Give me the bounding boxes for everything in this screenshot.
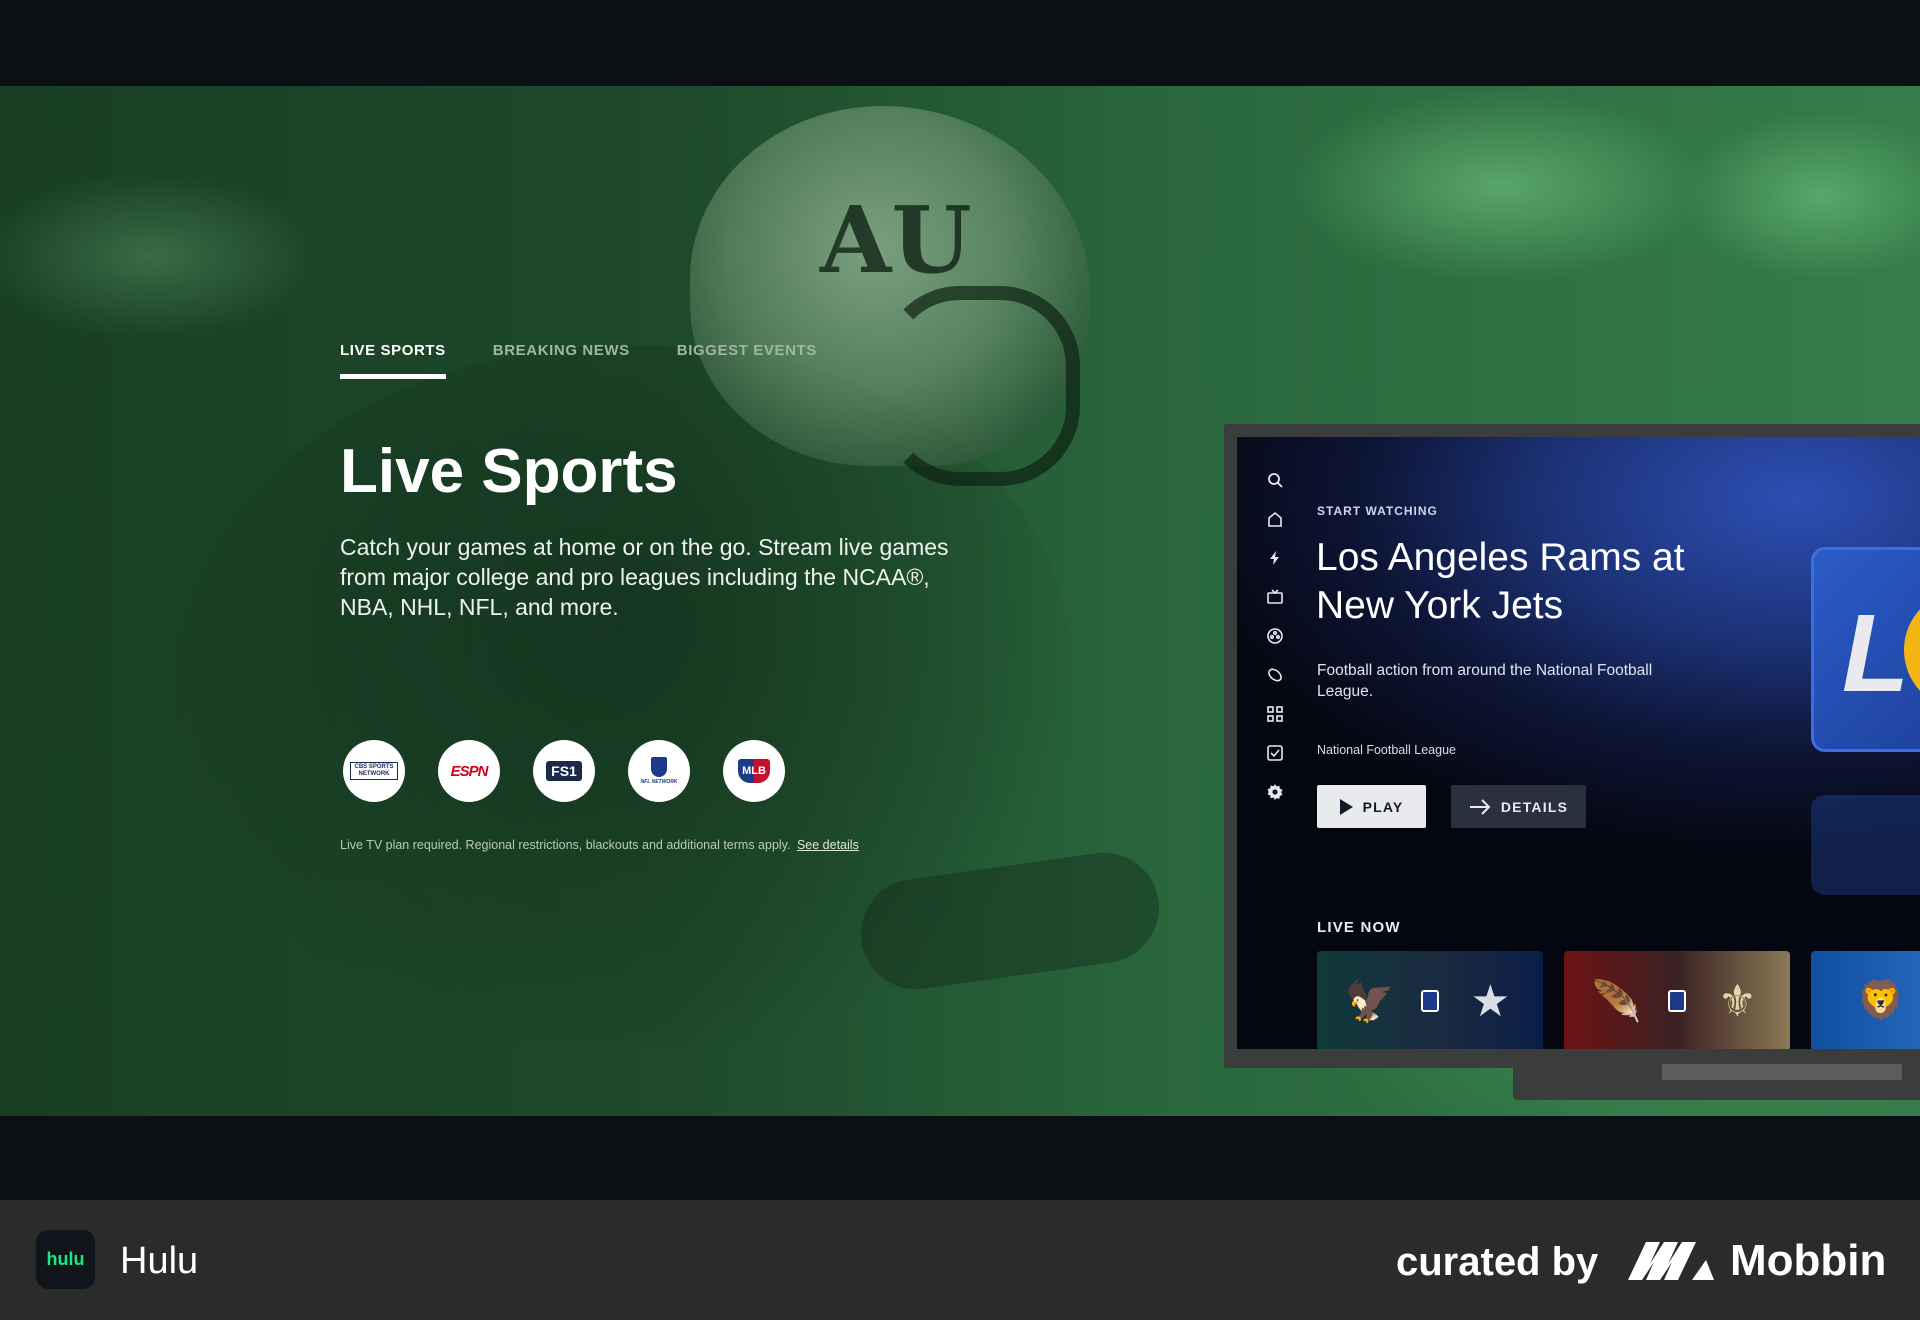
live-game-card[interactable]: 🦁 [1811, 951, 1920, 1049]
hulu-app-icon: hulu [36, 1230, 95, 1289]
nfl-shield-icon [651, 757, 667, 777]
nfl-shield-icon [1420, 990, 1439, 1012]
disclaimer-text: Live TV plan required. Regional restrict… [340, 838, 859, 852]
saints-fleur-icon: ⚜ [1717, 976, 1758, 1026]
mlb-network-logo: MLB [723, 740, 785, 802]
bottom-letterbox [0, 1116, 1920, 1200]
live-now-label: LIVE NOW [1317, 919, 1401, 936]
rams-logo: L [1842, 592, 1909, 715]
sports-ball-icon[interactable] [1266, 666, 1284, 684]
lions-logo-icon: 🦁 [1857, 980, 1905, 1022]
fs1-logo: FS1 [533, 740, 595, 802]
tab-breaking-news[interactable]: BREAKING NEWS [493, 342, 630, 379]
curated-by-label: curated by [1396, 1240, 1599, 1284]
lightning-icon[interactable] [1266, 549, 1284, 567]
live-game-card[interactable]: 🦅 ★ [1317, 951, 1543, 1049]
nfl-network-logo: NFL NETWORK [628, 740, 690, 802]
tv-screen: START WATCHING Los Angeles Rams at New Y… [1237, 437, 1920, 1049]
tv-stand-base [1662, 1064, 1902, 1080]
page-title: Live Sports [340, 437, 678, 506]
hero-section: AU LIVE SPORTS BREAKING NEWS BIGGEST EVE… [0, 86, 1920, 1116]
play-icon [1339, 798, 1353, 815]
home-icon[interactable] [1266, 510, 1284, 528]
checkbox-icon[interactable] [1266, 744, 1284, 762]
eagles-logo-icon: 🦅 [1344, 979, 1395, 1024]
grid-icon[interactable] [1266, 705, 1284, 723]
arrow-right-icon [1469, 798, 1491, 815]
start-watching-label: START WATCHING [1317, 504, 1438, 518]
mobbin-brand: Mobbin [1730, 1236, 1887, 1285]
nfl-shield-icon [1667, 990, 1686, 1012]
tab-biggest-events[interactable]: BIGGEST EVENTS [677, 342, 817, 379]
mobbin-logo-icon [1628, 1242, 1714, 1280]
secondary-tile[interactable] [1811, 795, 1920, 895]
curation-footer: hulu Hulu curated by Mobbin [0, 1200, 1920, 1320]
film-reel-icon[interactable] [1266, 627, 1284, 645]
tab-live-sports[interactable]: LIVE SPORTS [340, 342, 446, 379]
play-button[interactable]: PLAY [1317, 785, 1426, 828]
league-name: National Football League [1317, 743, 1456, 757]
details-button[interactable]: DETAILS [1451, 785, 1586, 828]
network-logos: CBS SPORTS NETWORK ESPN FS1 NFL NETWORK … [343, 740, 785, 802]
program-description: Football action from around the National… [1317, 662, 1653, 700]
cbs-sports-network-logo: CBS SPORTS NETWORK [343, 740, 405, 802]
tv-icon[interactable] [1266, 588, 1284, 606]
featured-team-tile[interactable]: L [1811, 547, 1920, 752]
gear-icon[interactable] [1266, 783, 1284, 801]
top-letterbox [0, 0, 1920, 86]
search-icon[interactable] [1266, 471, 1284, 489]
live-game-card[interactable]: 🪶 ⚜ [1564, 951, 1790, 1049]
rams-logo-ring [1904, 590, 1920, 710]
program-title: Los Angeles Rams at New York Jets [1316, 536, 1685, 627]
app-name: Hulu [120, 1240, 199, 1282]
hero-description: Catch your games at home or on the go. S… [340, 534, 949, 620]
espn-logo: ESPN [438, 740, 500, 802]
hero-tabs: LIVE SPORTS BREAKING NEWS BIGGEST EVENTS [340, 342, 817, 379]
cowboys-star-icon: ★ [1470, 976, 1511, 1026]
see-details-link[interactable]: See details [797, 838, 859, 852]
falcons-logo-icon: 🪶 [1591, 979, 1642, 1024]
